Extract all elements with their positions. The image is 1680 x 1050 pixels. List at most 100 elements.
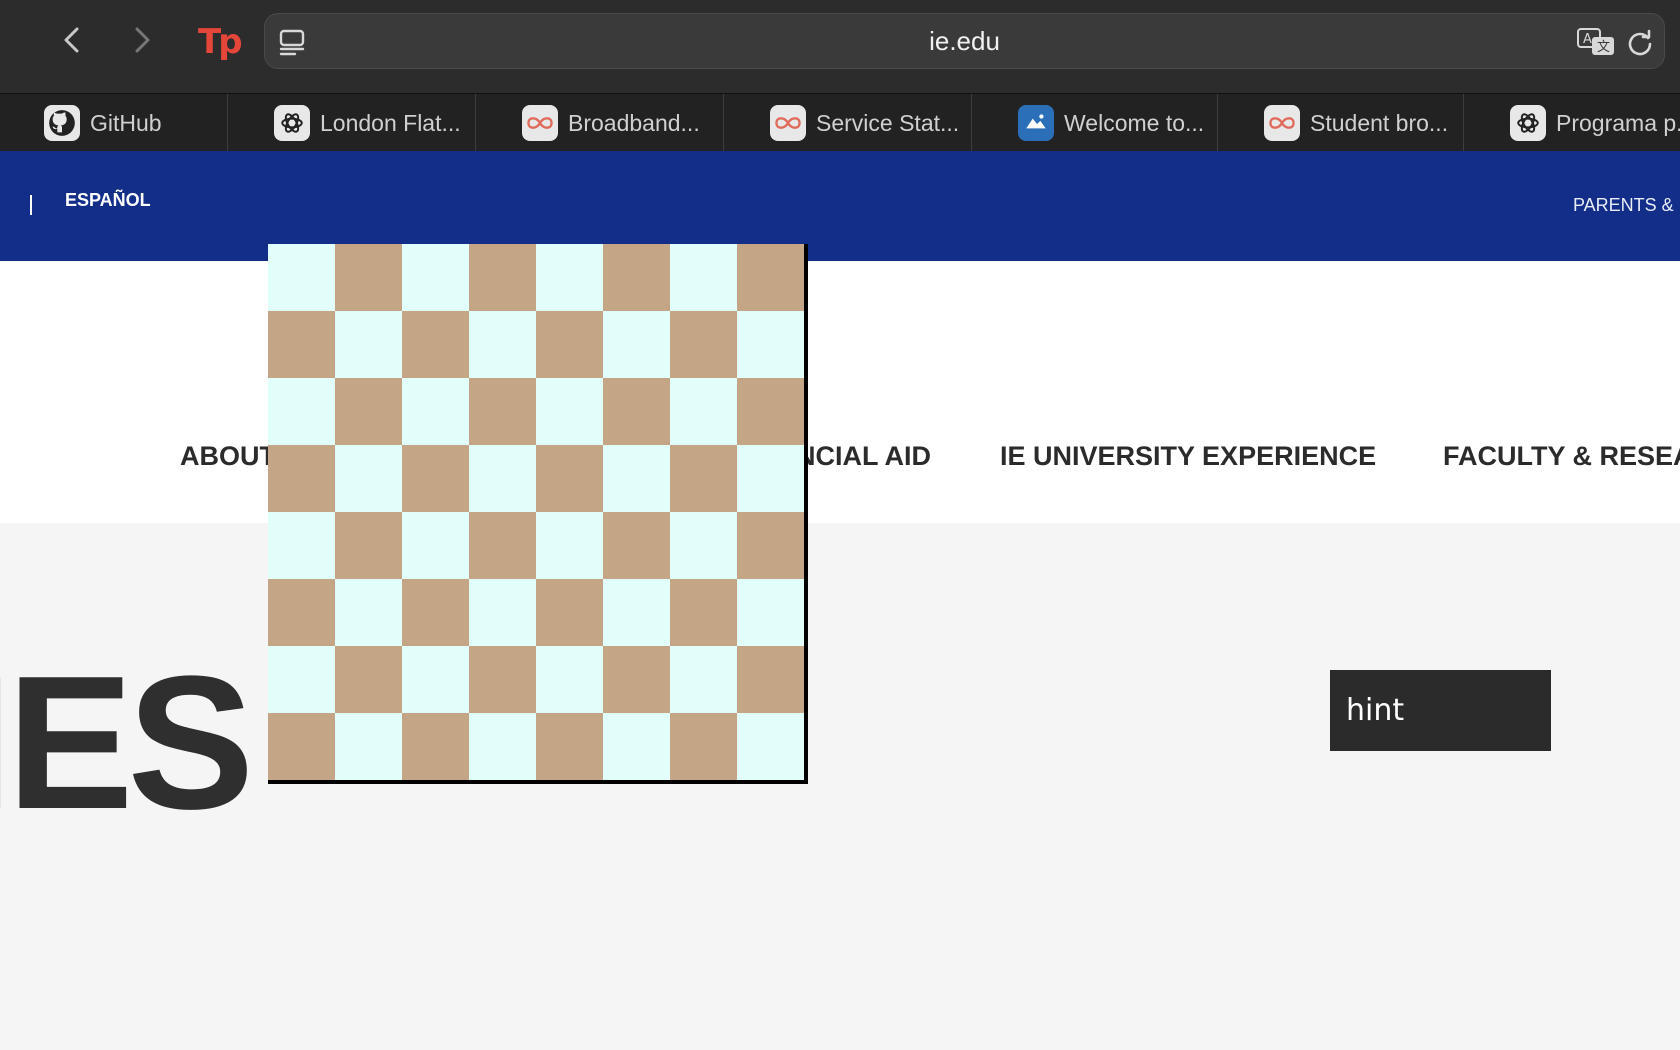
board-square[interactable]	[402, 579, 469, 646]
board-square[interactable]	[536, 445, 603, 512]
board-square[interactable]	[268, 646, 335, 713]
board-square[interactable]	[402, 311, 469, 378]
favorite-item[interactable]: GitHub	[0, 94, 228, 152]
favorite-item[interactable]: Broadband...	[476, 94, 724, 152]
board-square[interactable]	[469, 244, 536, 311]
infinity-icon	[770, 105, 806, 141]
board-square[interactable]	[335, 378, 402, 445]
board-square[interactable]	[335, 445, 402, 512]
board-square[interactable]	[670, 579, 737, 646]
favorite-label: Welcome to...	[1064, 109, 1205, 136]
board-square[interactable]	[670, 378, 737, 445]
favorite-label: Programa p...	[1556, 109, 1680, 136]
board-square[interactable]	[268, 713, 335, 780]
board-square[interactable]	[335, 311, 402, 378]
board-square[interactable]	[603, 311, 670, 378]
board-square[interactable]	[670, 445, 737, 512]
favorite-item[interactable]: Student bro...	[1218, 94, 1464, 152]
board-square[interactable]	[737, 311, 804, 378]
board-square[interactable]	[737, 244, 804, 311]
board-square[interactable]	[670, 244, 737, 311]
board-square[interactable]	[603, 378, 670, 445]
hint-button[interactable]: hint	[1330, 670, 1551, 751]
extension-logo[interactable]: Tp	[198, 20, 243, 64]
infinity-icon	[1264, 105, 1300, 141]
url-text[interactable]: ie.edu	[265, 14, 1664, 68]
board-square[interactable]	[603, 244, 670, 311]
translate-icon[interactable]: A 文	[1576, 27, 1616, 57]
board-square[interactable]	[670, 512, 737, 579]
board-square[interactable]	[469, 311, 536, 378]
board-square[interactable]	[469, 646, 536, 713]
board-square[interactable]	[536, 646, 603, 713]
board-square[interactable]	[670, 713, 737, 780]
svg-text:A: A	[1583, 32, 1592, 47]
board-square[interactable]	[402, 445, 469, 512]
browser-toolbar: Tp ie.edu A 文	[0, 0, 1680, 93]
site-top-strip: ESPAÑOL PARENTS &	[0, 151, 1680, 261]
nav-item-faculty[interactable]: FACULTY & RESEA	[1443, 441, 1680, 472]
parents-link[interactable]: PARENTS &	[1573, 195, 1674, 216]
board-square[interactable]	[335, 579, 402, 646]
chessboard-grid	[268, 244, 805, 780]
forward-button[interactable]	[120, 18, 164, 62]
favorite-item[interactable]: Programa p...	[1464, 94, 1680, 152]
board-square[interactable]	[536, 244, 603, 311]
board-square[interactable]	[469, 512, 536, 579]
board-square[interactable]	[335, 512, 402, 579]
board-square[interactable]	[268, 244, 335, 311]
board-square[interactable]	[737, 646, 804, 713]
board-square[interactable]	[737, 579, 804, 646]
board-square[interactable]	[335, 646, 402, 713]
board-square[interactable]	[737, 713, 804, 780]
board-square[interactable]	[536, 512, 603, 579]
favorite-item[interactable]: Service Stat...	[724, 94, 972, 152]
hero-title: IES	[0, 637, 254, 849]
favorite-item[interactable]: London Flat...	[228, 94, 476, 152]
board-square[interactable]	[469, 445, 536, 512]
board-square[interactable]	[737, 378, 804, 445]
chessboard[interactable]	[268, 244, 808, 784]
board-square[interactable]	[603, 445, 670, 512]
board-square[interactable]	[268, 445, 335, 512]
favorite-label: Service Stat...	[816, 109, 960, 136]
board-square[interactable]	[335, 713, 402, 780]
board-square[interactable]	[670, 646, 737, 713]
language-link[interactable]: ESPAÑOL	[65, 190, 151, 211]
divider	[30, 195, 32, 215]
main-navigation: ABOUT NCIAL AID IE UNIVERSITY EXPERIENCE…	[0, 261, 1680, 523]
board-square[interactable]	[268, 378, 335, 445]
board-square[interactable]	[402, 713, 469, 780]
board-square[interactable]	[469, 713, 536, 780]
board-square[interactable]	[469, 579, 536, 646]
board-square[interactable]	[737, 445, 804, 512]
board-square[interactable]	[402, 244, 469, 311]
board-square[interactable]	[603, 579, 670, 646]
favorite-item[interactable]: Welcome to...	[972, 94, 1218, 152]
board-square[interactable]	[536, 713, 603, 780]
reload-icon[interactable]	[1626, 28, 1654, 56]
favorite-label: London Flat...	[320, 109, 461, 136]
board-square[interactable]	[536, 579, 603, 646]
board-square[interactable]	[603, 512, 670, 579]
board-square[interactable]	[737, 512, 804, 579]
board-square[interactable]	[402, 378, 469, 445]
board-square[interactable]	[469, 378, 536, 445]
address-bar[interactable]: ie.edu A 文	[264, 13, 1665, 69]
board-square[interactable]	[268, 579, 335, 646]
board-square[interactable]	[402, 512, 469, 579]
back-button[interactable]	[50, 18, 94, 62]
nav-item-financial-aid[interactable]: NCIAL AID	[796, 441, 931, 472]
nav-item-about[interactable]: ABOUT	[180, 441, 276, 472]
nav-item-experience[interactable]: IE UNIVERSITY EXPERIENCE	[1000, 441, 1376, 472]
board-square[interactable]	[603, 713, 670, 780]
board-square[interactable]	[335, 244, 402, 311]
board-square[interactable]	[670, 311, 737, 378]
chevron-right-icon	[135, 27, 150, 53]
board-square[interactable]	[536, 378, 603, 445]
board-square[interactable]	[268, 512, 335, 579]
board-square[interactable]	[268, 311, 335, 378]
board-square[interactable]	[402, 646, 469, 713]
board-square[interactable]	[603, 646, 670, 713]
board-square[interactable]	[536, 311, 603, 378]
